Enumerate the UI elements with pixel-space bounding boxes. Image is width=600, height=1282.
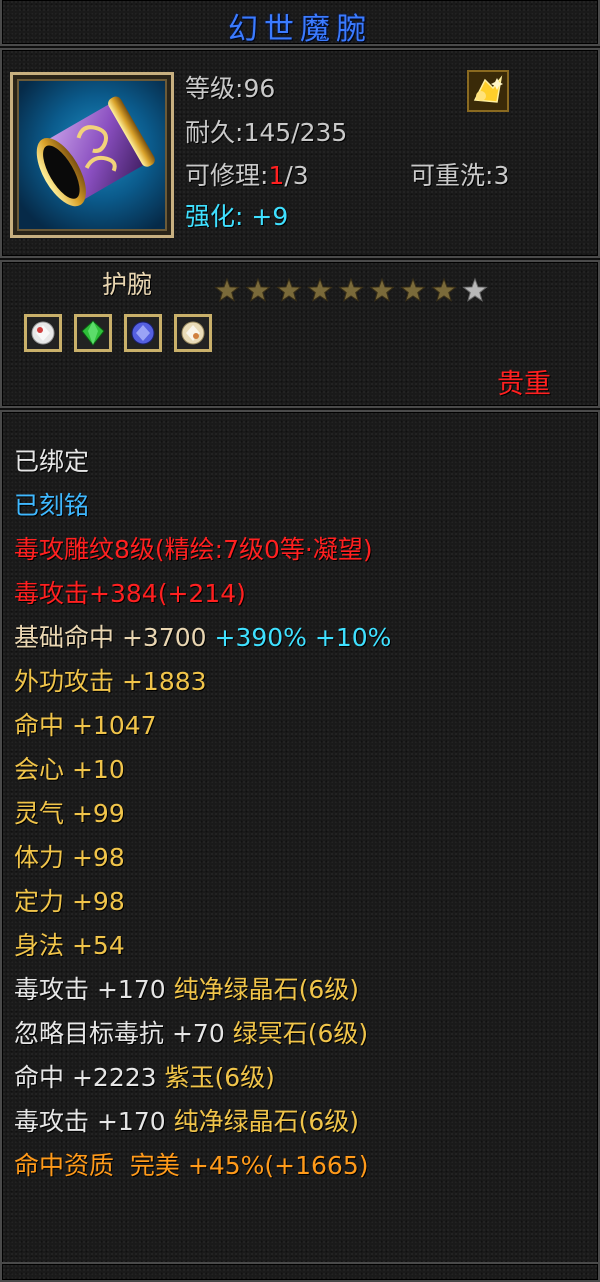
gem-effect-label: 毒攻击 [14,975,90,1004]
attribute-label: 会心 [14,755,65,784]
gem-effect-row: 毒攻击 +170 纯净绿晶石(6级) [14,1106,359,1138]
gem-effect-row: 命中 +2223 紫玉(6级) [14,1062,275,1094]
level-label: 等级 [185,74,236,103]
gem-effect-source: 纯净绿晶石(6级) [173,975,360,1004]
item-icon-frame [10,72,174,238]
base-hit-line: 基础命中 +3700 +390% +10% [14,622,391,654]
poison-attack-line: 毒攻击+384(+214) [14,578,246,610]
star-filled-icon [400,277,426,302]
aptitude-bonus: (+1665) [264,1151,369,1180]
gem-effect-row: 忽略目标毒抗 +70 绿冥石(6级) [14,1018,368,1050]
star-rating [214,276,494,310]
rewash-value: 3 [493,161,510,190]
attributes-panel: 已绑定 已刻铭 毒攻雕纹8级(精绘:7级0等·凝望) 毒攻击+384(+214)… [0,410,600,1270]
repair-current: 1 [268,161,285,190]
attribute-value: +1047 [71,711,157,740]
poison-attack-label: 毒攻击 [14,579,90,608]
base-hit-pct1: +390% [214,623,307,652]
star-filled-icon [369,277,395,302]
star-filled-icon [431,277,457,302]
enhance-row: 强化: +9 [185,200,288,234]
aptitude-line: 命中资质 完美 +45%(+1665) [14,1150,368,1182]
star-filled-icon [307,277,333,302]
attribute-label: 身法 [14,931,65,960]
attribute-label: 体力 [14,843,65,872]
gem-effect-value: +70 [171,1019,225,1048]
title-bar: 幻世魔腕 [0,0,600,47]
repair-max: /3 [284,161,309,190]
attribute-value: +98 [71,887,125,916]
base-hit-pct2: +10% [314,623,392,652]
enhance-label: 强化: [185,202,244,231]
gem-effect-value: +2223 [71,1063,157,1092]
gem-effect-value: +170 [96,1107,166,1136]
star-filled-icon [245,277,271,302]
base-hit-value: +3700 [121,623,207,652]
level-value: 96 [243,74,276,103]
gem-effect-value: +170 [96,975,166,1004]
bracer-icon [17,79,167,231]
attribute-row: 体力 +98 [14,842,125,874]
attribute-value: +54 [71,931,125,960]
attribute-label: 命中 [14,711,65,740]
attribute-row: 外功攻击 +1883 [14,666,207,698]
aptitude-pct: +45% [187,1151,265,1180]
gold-gem-badge-icon [467,70,509,112]
white-gem-icon [174,314,212,352]
attribute-value: +10 [71,755,125,784]
white-gem-icon [24,314,62,352]
poison-attack-bonus: (+214) [157,579,246,608]
durability-label: 耐久 [185,118,236,147]
rewash-label: 可重洗 [410,161,486,190]
repair-row: 可修理:1/3 [185,161,309,190]
attribute-row: 身法 +54 [14,930,125,962]
item-type: 护腕 [102,270,153,299]
item-name: 幻世魔腕 [228,12,372,47]
base-hit-label: 基础命中 [14,623,115,652]
enhance-value: +9 [251,202,289,231]
durability-value: 145/235 [243,118,348,147]
durability-row: 耐久:145/235 [185,118,348,147]
gem-effect-source: 紫玉(6级) [164,1063,275,1092]
attribute-value: +98 [71,843,125,872]
attribute-value: +99 [71,799,125,828]
poison-attack-value: +384 [89,579,158,608]
star-empty-icon [462,277,488,302]
green-gem-icon [74,314,112,352]
engraved-status: 已刻铭 [14,491,90,520]
attribute-value: +1883 [121,667,207,696]
rarity-label: 贵重 [497,369,551,400]
attribute-label: 外功攻击 [14,667,115,696]
attribute-label: 灵气 [14,799,65,828]
repair-label: 可修理 [185,161,261,190]
aptitude-label: 命中资质 [14,1151,115,1180]
item-type-panel: 护腕 贵重 [0,260,600,408]
gem-effect-source: 绿冥石(6级) [232,1019,369,1048]
attribute-row: 灵气 +99 [14,798,125,830]
star-filled-icon [276,277,302,302]
star-filled-icon [214,277,240,302]
gem-effect-label: 命中 [14,1063,65,1092]
gem-effect-row: 毒攻击 +170 纯净绿晶石(6级) [14,974,359,1006]
rewash-row: 可重洗:3 [410,161,510,190]
star-filled-icon [338,277,364,302]
bound-status: 已绑定 [14,447,90,476]
gem-effect-label: 忽略目标毒抗 [14,1019,165,1048]
gem-effect-source: 纯净绿晶石(6级) [173,1107,360,1136]
attribute-label: 定力 [14,887,65,916]
attribute-row: 命中 +1047 [14,710,157,742]
blue-gem-icon [124,314,162,352]
attribute-row: 定力 +98 [14,886,125,918]
aptitude-grade: 完美 [129,1151,180,1180]
attribute-row: 会心 +10 [14,754,125,786]
engraving-line: 毒攻雕纹8级(精绘:7级0等·凝望) [14,535,373,564]
bottom-bar [0,1262,600,1282]
level-row: 等级:96 [185,74,276,103]
item-header-panel: 等级:96 耐久:145/235 可修理:1/3 可重洗:3 强化: +9 [0,48,600,258]
gem-effect-label: 毒攻击 [14,1107,90,1136]
